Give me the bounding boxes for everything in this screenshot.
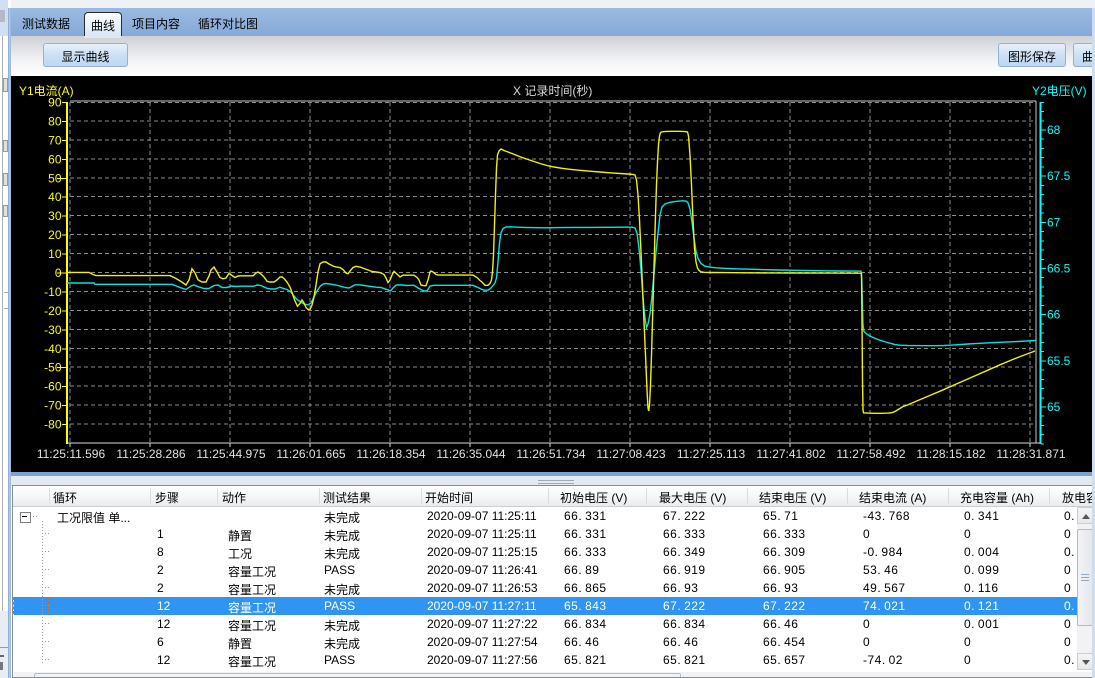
svg-text:-80: -80 [44,418,62,432]
svg-text:65: 65 [1047,400,1061,414]
svg-text:68: 68 [1047,123,1061,137]
svg-text:80: 80 [48,114,62,128]
svg-text:-20: -20 [44,304,62,318]
svg-text:70: 70 [48,133,62,147]
svg-text:66: 66 [1047,308,1061,322]
svg-text:11:26:51.734: 11:26:51.734 [516,447,586,461]
svg-text:0: 0 [55,266,62,280]
svg-text:67: 67 [1047,215,1061,229]
svg-text:11:27:25.113: 11:27:25.113 [677,447,746,461]
svg-text:11:26:18.354: 11:26:18.354 [356,447,426,461]
svg-text:11:26:35.044: 11:26:35.044 [436,447,506,461]
svg-text:60: 60 [48,152,62,166]
svg-text:11:27:58.492: 11:27:58.492 [836,447,906,461]
svg-text:50: 50 [48,171,62,185]
svg-text:11:25:44.975: 11:25:44.975 [196,447,266,461]
svg-text:30: 30 [48,209,62,223]
svg-text:-70: -70 [44,399,62,413]
svg-text:-30: -30 [44,323,62,337]
svg-text:-10: -10 [44,285,62,299]
svg-text:66.5: 66.5 [1047,262,1071,276]
svg-text:Y1电流(A): Y1电流(A) [19,84,74,98]
svg-text:-50: -50 [44,361,62,375]
svg-text:67.5: 67.5 [1047,169,1071,183]
svg-text:65.5: 65.5 [1047,354,1071,368]
svg-text:11:27:08.423: 11:27:08.423 [596,447,666,461]
svg-text:40: 40 [48,190,62,204]
svg-text:11:28:31.871: 11:28:31.871 [996,447,1066,461]
svg-text:20: 20 [48,228,62,242]
svg-text:Y2电压(V): Y2电压(V) [1032,84,1087,98]
svg-text:90: 90 [48,96,62,110]
svg-text:-40: -40 [44,342,62,356]
svg-text:11:26:01.665: 11:26:01.665 [276,447,346,461]
svg-text:X 记录时间(秒): X 记录时间(秒) [513,84,592,98]
svg-text:-60: -60 [44,380,62,394]
svg-text:11:25:28.286: 11:25:28.286 [116,447,186,461]
svg-text:11:25:11.596: 11:25:11.596 [37,447,106,461]
svg-text:11:27:41.802: 11:27:41.802 [756,447,826,461]
svg-text:11:28:15.182: 11:28:15.182 [916,447,986,461]
svg-text:10: 10 [48,247,62,261]
